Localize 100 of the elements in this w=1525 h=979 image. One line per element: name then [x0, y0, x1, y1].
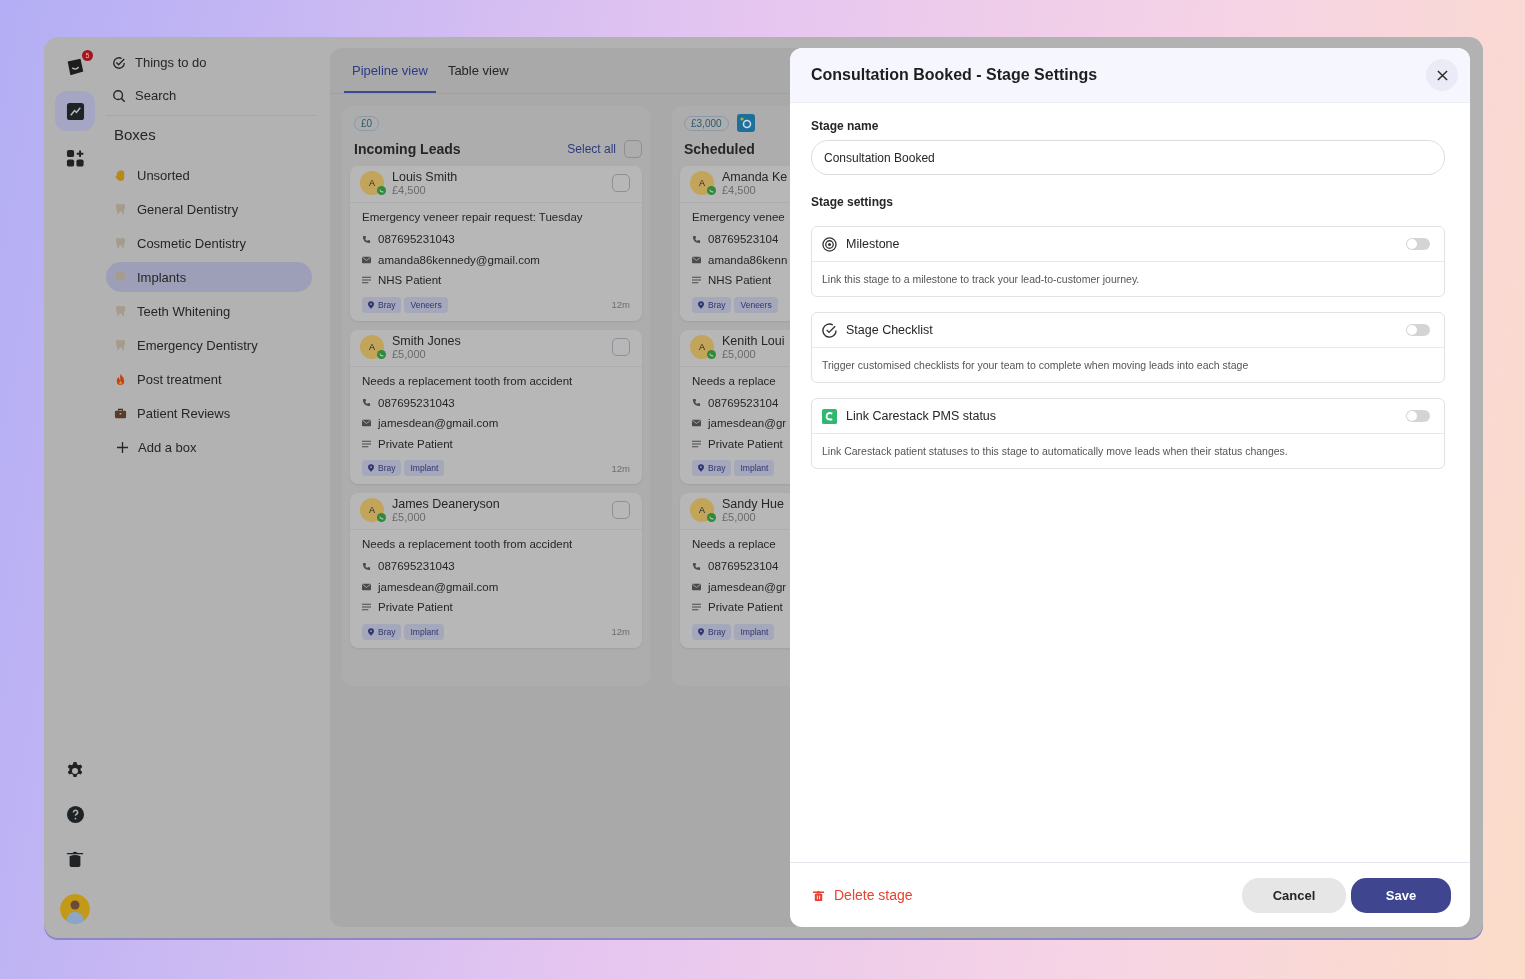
phone-icon [692, 398, 701, 408]
phone-icon [362, 561, 371, 571]
email-address: amanda86kennedy@gmail.com [378, 253, 540, 266]
todo-link[interactable]: Things to do [106, 46, 322, 79]
email-icon [362, 255, 371, 264]
box-item[interactable]: General Dentistry [106, 194, 312, 224]
email-address: jamesdean@gr [708, 417, 787, 430]
check-circle-icon [112, 55, 126, 70]
help-icon[interactable] [65, 805, 85, 824]
list-icon [362, 603, 371, 612]
toggle-switch[interactable] [1406, 238, 1430, 250]
list-icon [362, 276, 371, 285]
patient-type: NHS Patient [378, 274, 442, 287]
settings-icon[interactable] [65, 760, 85, 780]
lead-note: Needs a replacement tooth from accident [362, 538, 574, 550]
box-item[interactable]: Teeth Whitening [106, 296, 312, 326]
lead-note: Emergency veneer repair request: Tuesday [362, 211, 584, 223]
email-icon [692, 419, 701, 428]
lead-avatar: A [690, 498, 714, 522]
phone-number: 08769523104 [708, 560, 779, 573]
lead-name: James Deaneryson [392, 497, 501, 511]
trash-icon[interactable] [66, 849, 84, 869]
lead-value: £5,000 [722, 347, 757, 360]
tooth-icon [114, 236, 127, 250]
tag: Bray [362, 460, 402, 476]
patient-type: Private Patient [378, 601, 453, 614]
chart-icon [65, 101, 85, 121]
box-item[interactable]: Post treatment [106, 364, 312, 394]
tag: Bray [692, 623, 732, 640]
fire-icon [114, 372, 127, 386]
list-icon [692, 276, 701, 285]
target-icon [822, 236, 837, 252]
tag: Bray [362, 623, 402, 640]
lead-value: £5,000 [392, 347, 427, 360]
card-checkbox[interactable] [612, 337, 630, 356]
add-box-link[interactable]: Add a box [106, 432, 322, 462]
lead-value: £5,000 [392, 511, 427, 523]
phone-number: 087695231043 [378, 560, 455, 573]
select-all-checkbox[interactable] [624, 140, 642, 158]
time-ago: 12m [611, 626, 630, 637]
phone-icon [362, 398, 371, 408]
cancel-button[interactable]: Cancel [1242, 877, 1346, 913]
email-address: jamesdean@gmail.com [378, 417, 499, 430]
pin-icon [368, 464, 374, 472]
lead-avatar: A [360, 171, 384, 195]
view-tab[interactable]: Pipeline view [344, 63, 436, 93]
plus-icon [117, 441, 128, 453]
tooth-icon [114, 202, 127, 216]
field-label: Stage name [811, 119, 880, 133]
patient-type: NHS Patient [708, 274, 772, 287]
phone-icon [692, 234, 701, 244]
toggle-switch[interactable] [1406, 324, 1430, 336]
box-item[interactable]: Emergency Dentistry [106, 330, 312, 360]
section-title: Boxes [113, 126, 157, 145]
setting-description: Link this stage to a milestone to track your lead-to-customer journey. [821, 272, 1141, 287]
select-all-link[interactable]: Select all [567, 142, 616, 156]
lead-card[interactable]: A Smith Jones £5,000 Needs a replacement tooth from accident 087695231043 jamesdean@gmail.com Private Patient Bray Implant 12m [350, 329, 642, 484]
toggle-switch[interactable] [1406, 410, 1430, 422]
user-avatar[interactable] [60, 894, 90, 924]
close-button[interactable] [1426, 59, 1458, 91]
email-address: jamesdean@gr [708, 580, 787, 593]
hand-icon [114, 168, 127, 182]
setting-title: Stage Checklist [846, 323, 934, 337]
card-checkbox[interactable] [612, 174, 630, 192]
lead-note: Needs a replacement tooth from accident [362, 374, 574, 387]
lead-card[interactable]: A James Deaneryson £5,000 Needs a replacement tooth from accident 087695231043 jamesdean@gmail.com Private Patient Bray Implant 12m [350, 493, 642, 648]
section-label: Stage settings [811, 195, 895, 209]
lead-name: Smith Jones [392, 333, 462, 348]
lead-name: Louis Smith [392, 170, 459, 184]
patient-type: Private Patient [708, 437, 783, 450]
search-icon [112, 88, 126, 103]
lead-note: Needs a replace [692, 538, 777, 550]
email-address: amanda86kenn [708, 253, 788, 266]
lead-note: Emergency venee [692, 211, 786, 223]
lead-name: Kenith Loui [722, 333, 786, 348]
card-checkbox[interactable] [612, 501, 630, 519]
tooth-icon [114, 338, 127, 352]
box-item[interactable]: Implants [106, 262, 312, 292]
box-item[interactable]: Unsorted [106, 160, 312, 190]
dialog-title: Consultation Booked - Stage Settings [811, 66, 1099, 84]
stage-name-field[interactable]: Consultation Booked [811, 140, 1445, 175]
phone-icon [362, 234, 371, 244]
delete-stage-button[interactable]: Delete stage [812, 887, 913, 903]
save-button[interactable]: Save [1351, 877, 1451, 913]
box-item[interactable]: Cosmetic Dentistry [106, 228, 312, 258]
carestack-logo-icon [822, 408, 837, 424]
lead-avatar: A [360, 498, 384, 522]
box-item[interactable]: Patient Reviews [106, 398, 312, 428]
tag: Veneers [734, 296, 778, 313]
pipeline-button[interactable] [55, 91, 95, 131]
search-link[interactable]: Search [106, 79, 322, 112]
lead-avatar: A [690, 171, 714, 195]
briefcase-icon [114, 406, 127, 420]
column-title: Scheduled [684, 141, 756, 157]
lead-card[interactable]: A Louis Smith £4,500 Emergency veneer repair request: Tuesday 087695231043 amanda86kennedy@gmail.com NHS Patient Bray Veneers 12m [350, 166, 642, 321]
setting-title: Milestone [846, 237, 901, 251]
view-tab[interactable]: Table view [439, 63, 517, 93]
tag: Implant [734, 460, 775, 476]
email-icon [692, 582, 701, 591]
phone-number: 08769523104 [708, 233, 779, 246]
